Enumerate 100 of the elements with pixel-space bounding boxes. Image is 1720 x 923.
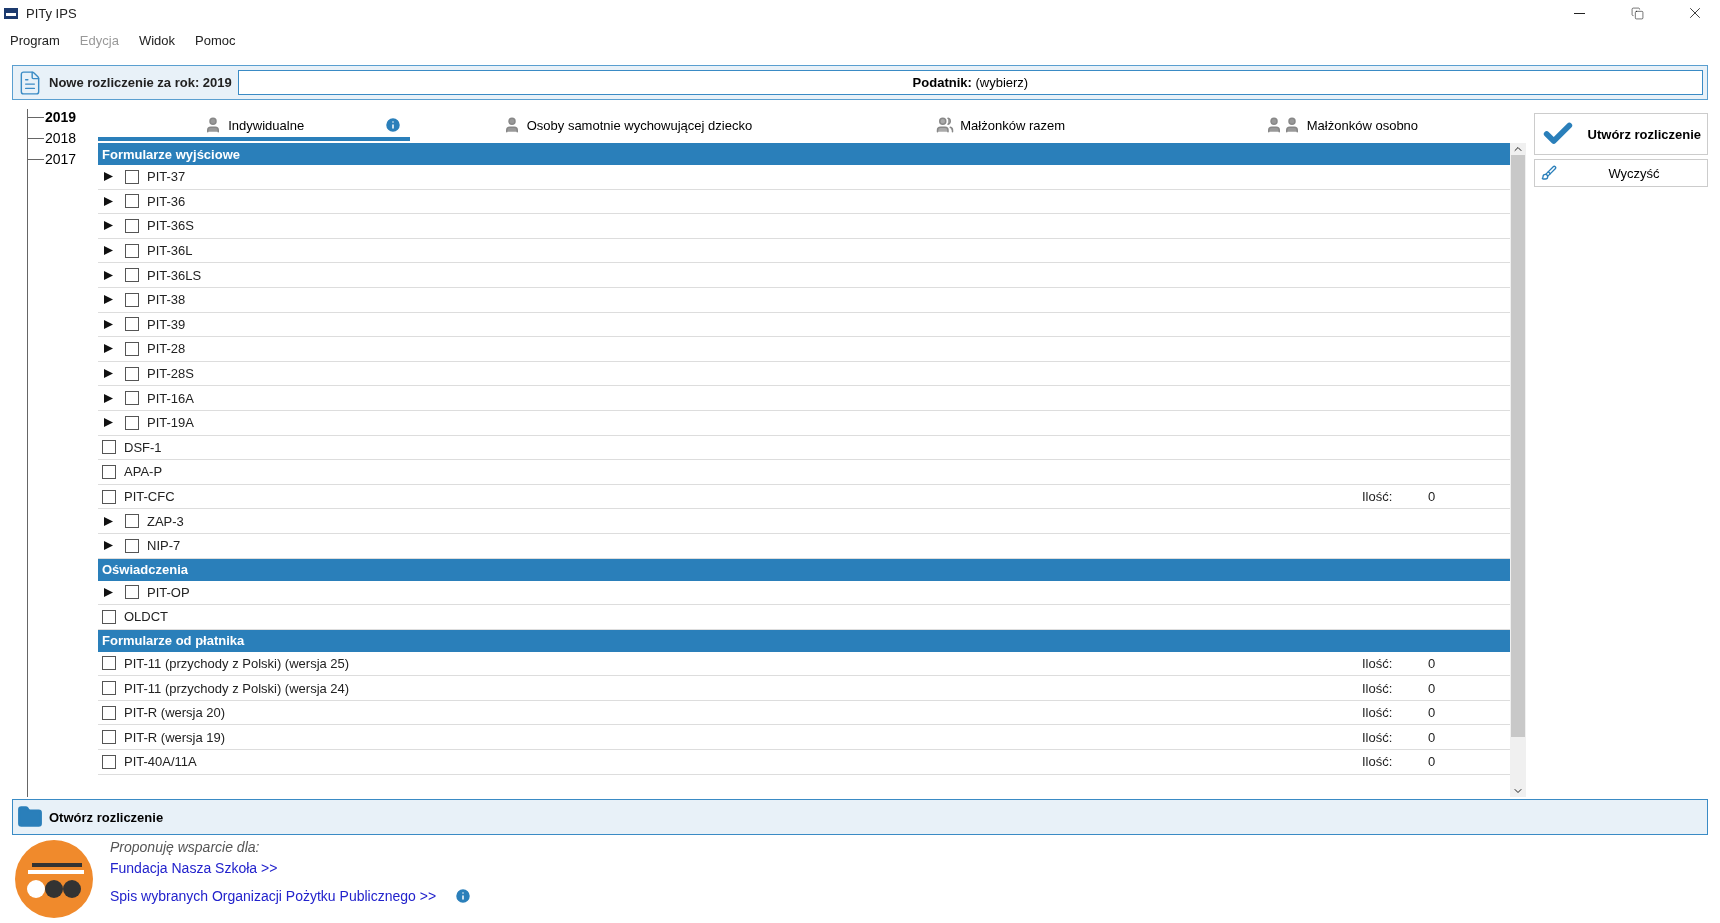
checkbox[interactable] bbox=[102, 489, 116, 504]
checkbox[interactable] bbox=[102, 681, 116, 696]
checkbox[interactable] bbox=[125, 292, 139, 307]
expand-arrow-icon[interactable] bbox=[104, 418, 113, 428]
tab[interactable]: Osoby samotnie wychowującej dziecko bbox=[410, 113, 845, 141]
expand-arrow-icon[interactable] bbox=[104, 246, 113, 256]
minimize-icon bbox=[1573, 12, 1585, 14]
form-label: PIT-37 bbox=[147, 169, 187, 185]
expand-arrow-icon[interactable] bbox=[104, 369, 113, 379]
checkbox[interactable] bbox=[125, 169, 139, 184]
restore-icon bbox=[1630, 6, 1644, 20]
checkbox[interactable] bbox=[125, 366, 139, 381]
expand-arrow-icon[interactable] bbox=[104, 344, 113, 354]
form-label: NIP-7 bbox=[147, 538, 182, 554]
action-button[interactable]: Wyczyść bbox=[1534, 159, 1708, 187]
section-header: Formularze wyjściowe bbox=[98, 143, 1510, 165]
expand-arrow-icon[interactable] bbox=[104, 393, 113, 403]
tab[interactable]: Małżonków razem bbox=[844, 113, 1157, 141]
form-label: PIT-36S bbox=[147, 218, 195, 234]
quantity-label: Ilość: bbox=[1362, 729, 1394, 745]
scrollbar[interactable] bbox=[1510, 143, 1526, 797]
expand-arrow-icon[interactable] bbox=[104, 221, 113, 231]
checkbox[interactable] bbox=[125, 341, 139, 356]
form-label: PIT-40A/11A bbox=[124, 754, 198, 770]
year-item[interactable]: 2017 bbox=[44, 151, 77, 167]
expand-arrow-icon[interactable] bbox=[104, 270, 113, 280]
checkbox[interactable] bbox=[125, 317, 139, 332]
quantity-label: Ilość: bbox=[1362, 754, 1394, 770]
form-label: PIT-36L bbox=[147, 243, 194, 259]
support-link[interactable]: Spis wybranych Organizacji Pożytku Publicznego >> bbox=[110, 888, 437, 904]
quantity-label: Ilość: bbox=[1362, 680, 1394, 696]
form-label: PIT-38 bbox=[147, 292, 187, 308]
form-label: APA-P bbox=[124, 464, 164, 480]
form-label: PIT-11 (przychody z Polski) (wersja 24) bbox=[124, 680, 351, 696]
quantity-value: 0 bbox=[1428, 705, 1437, 721]
year-item[interactable]: 2019 bbox=[44, 109, 77, 125]
checkbox[interactable] bbox=[125, 391, 139, 406]
info-icon[interactable] bbox=[454, 887, 473, 905]
menu-item[interactable]: Widok bbox=[130, 30, 183, 51]
form-label: PIT-19A bbox=[147, 415, 195, 431]
section-header: Formularze od płatnika bbox=[98, 629, 1510, 652]
quantity-value: 0 bbox=[1428, 680, 1437, 696]
form-label: PIT-36 bbox=[147, 193, 187, 209]
support-link[interactable]: Fundacja Nasza Szkoła >> bbox=[110, 860, 473, 876]
checkbox[interactable] bbox=[102, 705, 116, 720]
expand-arrow-icon[interactable] bbox=[104, 196, 113, 206]
checkbox[interactable] bbox=[102, 464, 116, 479]
expand-arrow-icon[interactable] bbox=[104, 172, 113, 182]
checkbox[interactable] bbox=[125, 585, 139, 600]
checkbox[interactable] bbox=[102, 609, 116, 624]
form-label: PIT-39 bbox=[147, 316, 187, 332]
checkbox[interactable] bbox=[102, 656, 116, 671]
quantity-label: Ilość: bbox=[1362, 705, 1394, 721]
quantity-label: Ilość: bbox=[1362, 489, 1394, 504]
year-item[interactable]: 2018 bbox=[44, 130, 77, 146]
checkbox[interactable] bbox=[125, 514, 139, 529]
quantity-value: 0 bbox=[1428, 489, 1437, 504]
brush-icon bbox=[1541, 165, 1557, 181]
quantity-label: Ilość: bbox=[1362, 656, 1394, 671]
menu-item[interactable]: Program bbox=[2, 30, 68, 51]
expand-arrow-icon[interactable] bbox=[104, 587, 113, 597]
checkbox[interactable] bbox=[125, 538, 139, 553]
quantity-value: 0 bbox=[1428, 754, 1437, 770]
checkbox[interactable] bbox=[125, 268, 139, 283]
support-intro: Proponuję wsparcie dla: bbox=[110, 839, 261, 855]
section-header: Oświadczenia bbox=[98, 558, 1510, 581]
form-label: PIT-28 bbox=[147, 341, 187, 357]
tab[interactable]: Małżonków osobno bbox=[1156, 113, 1526, 141]
form-label: OLDCT bbox=[124, 609, 170, 625]
form-label: PIT-CFC bbox=[124, 489, 176, 504]
taxpayer-field[interactable]: Podatnik: (wybierz) bbox=[237, 70, 1703, 95]
form-label: PIT-R (wersja 20) bbox=[124, 705, 227, 721]
checkbox[interactable] bbox=[125, 415, 139, 430]
form-label: PIT-36LS bbox=[147, 267, 203, 283]
expand-arrow-icon[interactable] bbox=[104, 319, 113, 329]
form-label: PIT-OP bbox=[147, 584, 191, 600]
window-title: PITy IPS bbox=[26, 5, 78, 21]
checkbox[interactable] bbox=[125, 243, 139, 258]
open-bar[interactable]: Otwórz rozliczenie bbox=[12, 799, 1708, 835]
checkbox[interactable] bbox=[102, 754, 116, 769]
app-icon bbox=[4, 6, 18, 20]
folder-icon bbox=[17, 804, 43, 830]
expand-arrow-icon[interactable] bbox=[104, 516, 113, 526]
form-label: PIT-28S bbox=[147, 366, 195, 382]
form-label: ZAP-3 bbox=[147, 513, 185, 529]
form-label: PIT-R (wersja 19) bbox=[124, 729, 227, 745]
quantity-value: 0 bbox=[1428, 729, 1437, 745]
form-label: DSF-1 bbox=[124, 439, 163, 455]
expand-arrow-icon[interactable] bbox=[104, 295, 113, 305]
people-icon bbox=[936, 116, 955, 134]
header-title: Nowe rozliczenie za rok: 2019 bbox=[49, 75, 232, 90]
checkbox[interactable] bbox=[125, 194, 139, 209]
checkbox[interactable] bbox=[125, 219, 139, 233]
action-button[interactable]: Utwórz rozliczenie bbox=[1534, 113, 1708, 155]
form-label: PIT-16A bbox=[147, 390, 195, 406]
expand-arrow-icon[interactable] bbox=[104, 541, 113, 551]
checkbox[interactable] bbox=[102, 440, 116, 455]
checkbox[interactable] bbox=[102, 730, 116, 745]
info-icon[interactable] bbox=[384, 116, 403, 134]
menu-item[interactable]: Pomoc bbox=[187, 30, 244, 51]
